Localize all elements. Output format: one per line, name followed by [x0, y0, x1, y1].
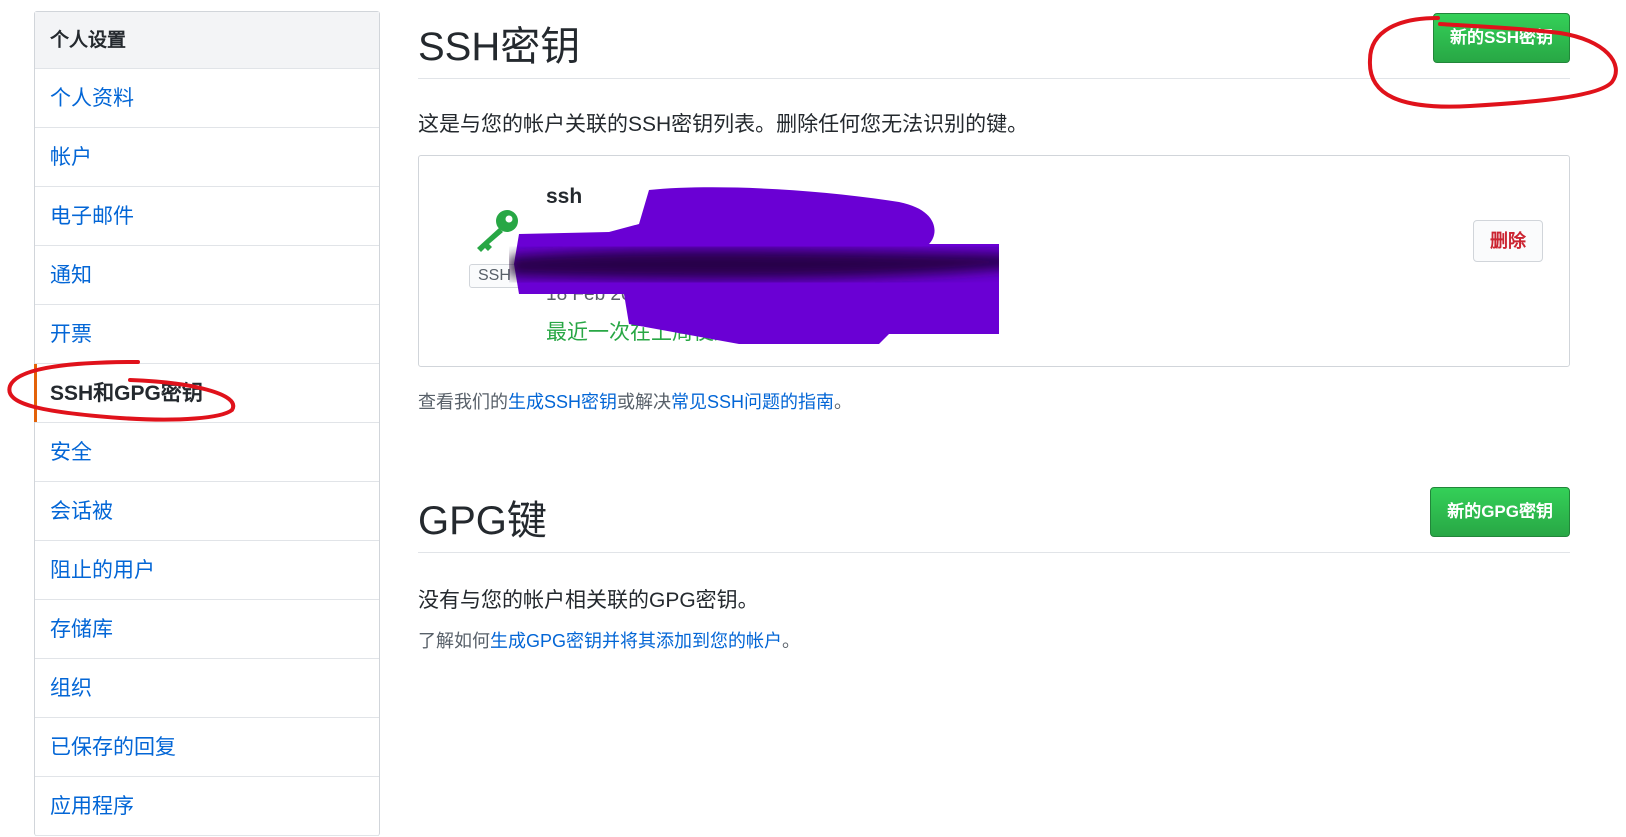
sidebar-item-billing[interactable]: 开票 [35, 305, 379, 364]
gpg-section-title: GPG键 [418, 499, 547, 543]
new-gpg-key-button[interactable]: 新的GPG密钥 [1430, 487, 1570, 537]
sidebar-item-emails[interactable]: 电子邮件 [35, 187, 379, 246]
ssh-help-text: 查看我们的生成SSH密钥或解决常见SSH问题的指南。 [418, 388, 852, 414]
gpg-keys-section: GPG键 新的GPG密钥 没有与您的帐户相关联的GPG密钥。 了解如何生成GPG… [418, 472, 1570, 672]
sidebar-item-blocked-users[interactable]: 阻止的用户 [35, 541, 379, 600]
new-ssh-key-button[interactable]: 新的SSH密钥 [1433, 13, 1570, 63]
redaction-overlay [509, 187, 999, 344]
sidebar-item-repositories[interactable]: 存储库 [35, 600, 379, 659]
gpg-help-text: 了解如何生成GPG密钥并将其添加到您的帐户。 [418, 627, 800, 653]
gpg-help-suffix: 。 [782, 631, 801, 651]
sidebar-item-security[interactable]: 安全 [35, 423, 379, 482]
sidebar-item-organizations[interactable]: 组织 [35, 659, 379, 718]
ssh-help-prefix: 查看我们的 [418, 392, 508, 412]
sidebar-item-ssh-gpg-keys[interactable]: SSH和GPG密钥 [34, 364, 379, 423]
sidebar-item-saved-replies[interactable]: 已保存的回复 [35, 718, 379, 777]
gpg-help-prefix: 了解如何 [418, 631, 490, 651]
generate-gpg-key-link[interactable]: 生成GPG密钥并将其添加到您的帐户 [490, 631, 782, 651]
ssh-troubleshoot-link[interactable]: 常见SSH问题的指南 [671, 392, 834, 412]
sidebar-item-applications[interactable]: 应用程序 [35, 777, 379, 836]
sidebar-header: 个人设置 [35, 12, 379, 69]
ssh-section-title: SSH密钥 [418, 25, 581, 69]
ssh-help-suffix: 。 [834, 392, 853, 412]
delete-key-button[interactable]: 删除 [1473, 220, 1543, 262]
sidebar-item-notifications[interactable]: 通知 [35, 246, 379, 305]
sidebar-item-account[interactable]: 帐户 [35, 128, 379, 187]
ssh-section-header: SSH密钥 新的SSH密钥 [418, 0, 1570, 79]
ssh-help-middle: 或解决 [617, 392, 672, 412]
ssh-keys-section: SSH密钥 新的SSH密钥 这是与您的帐户关联的SSH密钥列表。删除任何您无法识… [418, 0, 1570, 430]
ssh-description: 这是与您的帐户关联的SSH密钥列表。删除任何您无法识别的键。 [418, 113, 1029, 136]
generate-ssh-key-link[interactable]: 生成SSH密钥 [508, 392, 617, 412]
gpg-description: 没有与您的帐户相关联的GPG密钥。 [418, 589, 759, 612]
settings-sidebar: 个人设置 个人资料 帐户 电子邮件 通知 开票 SSH和GPG密钥 安全 会话被… [34, 11, 380, 836]
gpg-section-header: GPG键 新的GPG密钥 [418, 472, 1570, 553]
sidebar-item-profile[interactable]: 个人资料 [35, 69, 379, 128]
sidebar-item-sessions[interactable]: 会话被 [35, 482, 379, 541]
ssh-key-item: SSH ssh 18 Feb 2019 最近一次在上周使用 - 读/写 删除 [418, 155, 1570, 367]
